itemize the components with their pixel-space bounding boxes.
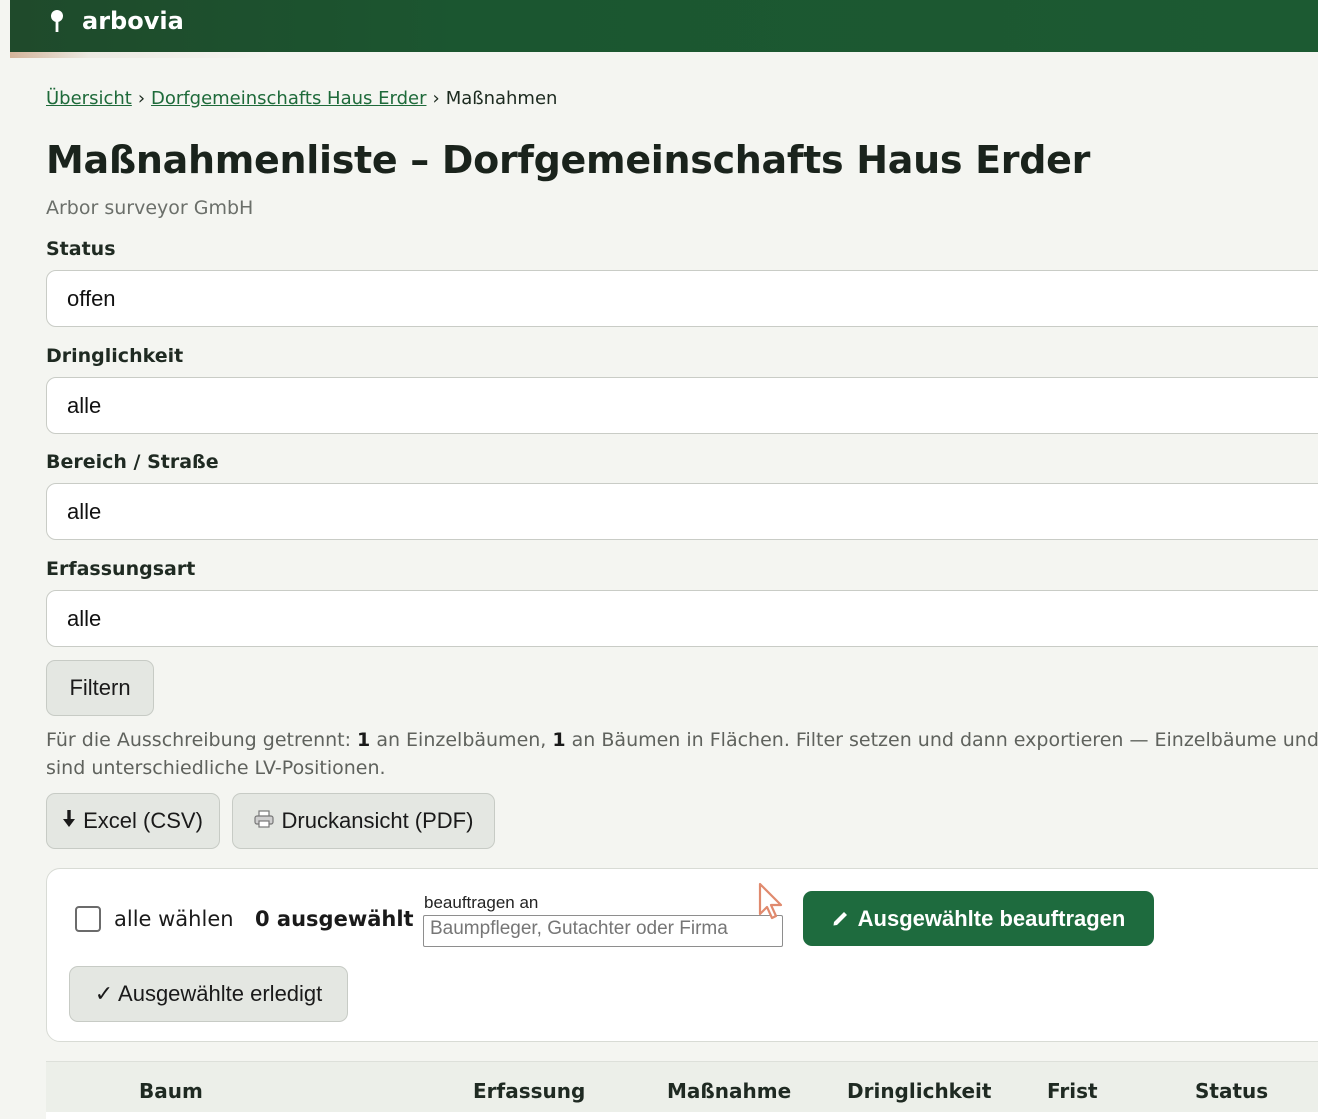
page-subtitle: Arbor surveyor GmbH — [46, 197, 254, 219]
capture-type-select-value: alle — [67, 605, 102, 631]
export-info-line-1: Für die Ausschreibung getrennt: 1 an Ein… — [46, 729, 1318, 751]
selected-count: 0 ausgewählt — [255, 907, 414, 931]
select-all-label[interactable]: alle wählen — [114, 907, 234, 931]
pencil-icon — [832, 906, 850, 932]
export-info-line-2: sind unterschiedliche LV-Positionen. — [46, 757, 386, 779]
breadcrumb-link-overview[interactable]: Übersicht — [46, 88, 132, 109]
mark-done-button[interactable]: ✓ Ausgewählte erledigt — [69, 966, 348, 1022]
column-header-status[interactable]: Status — [1195, 1079, 1268, 1103]
area-label: Bereich / Straße — [46, 451, 219, 473]
mouse-cursor-icon — [754, 880, 786, 926]
column-header-capture[interactable]: Erfassung — [473, 1079, 585, 1103]
filter-button-label: Filtern — [69, 675, 131, 700]
export-pdf-label: Druckansicht (PDF) — [281, 808, 474, 833]
export-info-text: Für die Ausschreibung getrennt: 1 an Ein… — [46, 726, 1318, 782]
download-arrow-icon — [63, 808, 76, 834]
column-header-tree[interactable]: Baum — [139, 1079, 203, 1103]
tree-icon — [50, 9, 64, 33]
column-header-measure[interactable]: Maßnahme — [667, 1079, 791, 1103]
status-select[interactable]: offen — [46, 270, 1318, 327]
column-header-urgency[interactable]: Dringlichkeit — [847, 1079, 991, 1103]
status-select-value: offen — [67, 285, 116, 311]
table-header: Baum Erfassung Maßnahme Dringlichkeit Fr… — [46, 1061, 1318, 1119]
urgency-select-value: alle — [67, 392, 102, 418]
breadcrumb-link-project[interactable]: Dorfgemeinschafts Haus Erder — [151, 88, 426, 109]
export-csv-button[interactable]: Excel (CSV) — [46, 793, 220, 849]
area-select-value: alle — [67, 498, 102, 524]
top-bar: arbovia — [10, 0, 1318, 52]
count-single-trees: 1 — [357, 729, 371, 751]
capture-type-label: Erfassungsart — [46, 558, 196, 580]
bulk-action-panel: alle wählen 0 ausgewählt beauftragen an … — [46, 868, 1318, 1042]
export-pdf-button[interactable]: Druckansicht (PDF) — [232, 793, 495, 849]
filter-button[interactable]: Filtern — [46, 660, 154, 716]
brand-name: arbovia — [82, 7, 184, 35]
count-area-trees: 1 — [552, 729, 566, 751]
breadcrumb-current: Maßnahmen — [445, 88, 558, 109]
assign-selected-button[interactable]: Ausgewählte beauftragen — [803, 891, 1154, 946]
mark-done-label: ✓ Ausgewählte erledigt — [94, 981, 323, 1006]
top-bar-shadow — [10, 52, 1318, 58]
breadcrumb-separator: › — [432, 88, 440, 109]
urgency-label: Dringlichkeit — [46, 345, 184, 367]
printer-icon — [253, 808, 274, 834]
page-title: Maßnahmenliste – Dorfgemeinschafts Haus … — [46, 138, 1091, 182]
area-select[interactable]: alle — [46, 483, 1318, 540]
breadcrumb-separator: › — [137, 88, 146, 109]
table-body-top — [46, 1112, 1318, 1119]
capture-type-select[interactable]: alle — [46, 590, 1318, 647]
brand[interactable]: arbovia — [50, 6, 184, 36]
breadcrumb: Übersicht › Dorfgemeinschafts Haus Erder › M… — [46, 88, 557, 109]
assign-to-input[interactable]: Baumpfleger, Gutachter oder Firma — [423, 915, 783, 947]
select-all-checkbox[interactable] — [75, 906, 101, 932]
column-header-deadline[interactable]: Frist — [1047, 1079, 1098, 1103]
status-label: Status — [46, 238, 116, 260]
assign-to-label: beauftragen an — [424, 893, 539, 912]
assign-selected-label: Ausgewählte beauftragen — [857, 905, 1126, 931]
urgency-select[interactable]: alle — [46, 377, 1318, 434]
export-csv-label: Excel (CSV) — [83, 808, 203, 833]
